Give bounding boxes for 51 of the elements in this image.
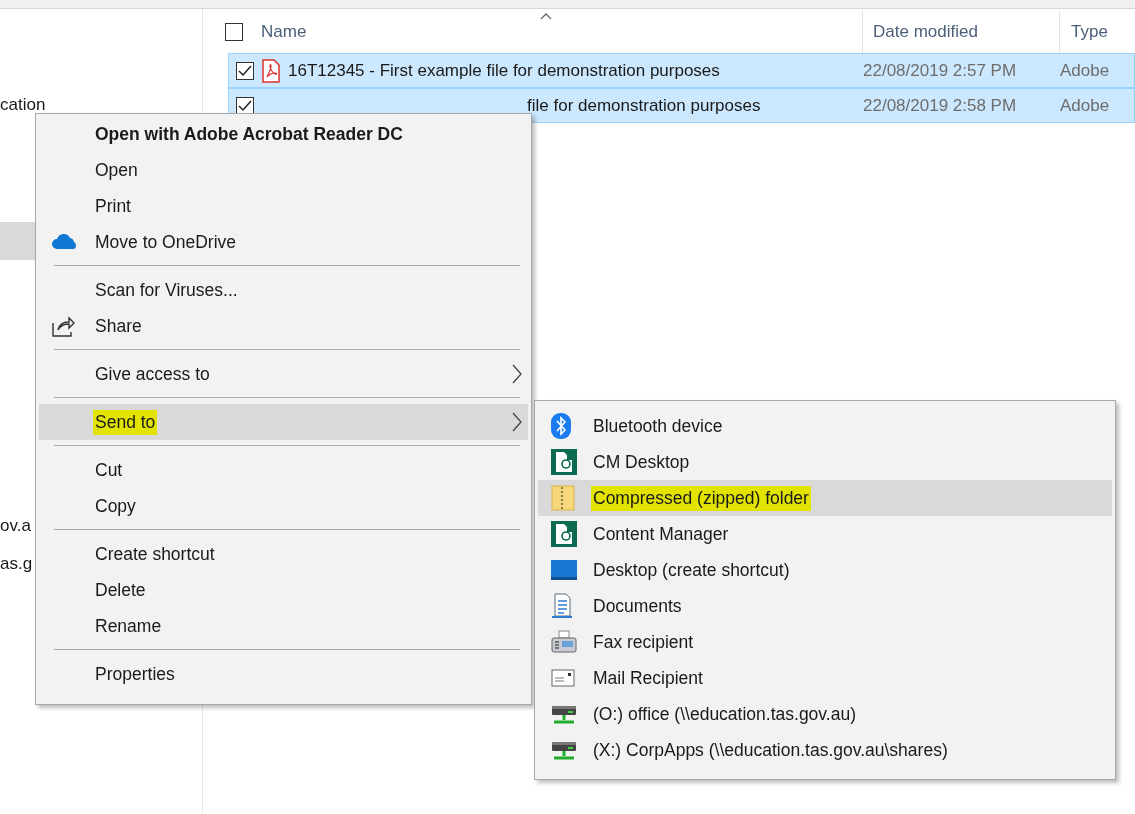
- fax-machine-icon: [551, 630, 577, 654]
- pdf-file-icon: [261, 58, 281, 83]
- menu-item[interactable]: Create shortcut: [39, 536, 528, 572]
- menu-item[interactable]: Share: [39, 308, 528, 344]
- nav-item-text[interactable]: as.g: [0, 554, 33, 574]
- nav-item-text[interactable]: cation: [0, 95, 46, 115]
- desktop-icon: [551, 559, 577, 581]
- network-drive-icon: [551, 703, 577, 725]
- menu-item[interactable]: Send to: [39, 404, 528, 440]
- menu-item[interactable]: Rename: [39, 608, 528, 644]
- date-modified: 22/08/2019 2:58 PM: [863, 95, 1018, 116]
- bluetooth-icon: [551, 413, 571, 439]
- menu-item[interactable]: Move to OneDrive: [39, 224, 528, 260]
- row-checkbox[interactable]: [236, 96, 254, 115]
- file-name: file for demonstration purposes: [527, 95, 761, 116]
- file-row[interactable]: 16T12345 - First example file for demonstration purposes 22/08/2019 2:57 PM Adobe: [228, 53, 1135, 88]
- menu-item[interactable]: (X:) CorpApps (\\education.tas.gov.au\shares): [538, 732, 1112, 768]
- cloud-icon: [51, 234, 79, 250]
- menu-item[interactable]: CM Desktop: [538, 444, 1112, 480]
- menu-item[interactable]: Print: [39, 188, 528, 224]
- menu-item[interactable]: Fax recipient: [538, 624, 1112, 660]
- document-icon: [551, 593, 573, 619]
- menu-item[interactable]: (O:) office (\\education.tas.gov.au): [538, 696, 1112, 732]
- file-type: Adobe: [1060, 60, 1110, 81]
- zip-folder-icon: [551, 485, 575, 511]
- document-figure-icon: [551, 521, 577, 547]
- menu-item[interactable]: Copy: [39, 488, 528, 524]
- envelope-icon: [551, 669, 575, 687]
- menu-item[interactable]: Desktop (create shortcut): [538, 552, 1112, 588]
- select-all-checkbox[interactable]: [225, 23, 243, 41]
- menu-item[interactable]: Delete: [39, 572, 528, 608]
- menu-item[interactable]: Documents: [538, 588, 1112, 624]
- menu-item[interactable]: Content Manager: [538, 516, 1112, 552]
- menu-item[interactable]: Cut: [39, 452, 528, 488]
- share-icon: [51, 315, 75, 337]
- document-figure-icon: [551, 449, 577, 475]
- menu-item[interactable]: Properties: [39, 656, 528, 692]
- menu-item[interactable]: Compressed (zipped) folder: [538, 480, 1112, 516]
- network-drive-icon: [551, 739, 577, 761]
- file-type: Adobe: [1060, 95, 1110, 116]
- menu-item[interactable]: Mail Recipient: [538, 660, 1112, 696]
- menu-item[interactable]: Give access to: [39, 356, 528, 392]
- menu-item[interactable]: Bluetooth device: [538, 408, 1112, 444]
- menu-item[interactable]: Open: [39, 152, 528, 188]
- row-checkbox[interactable]: [236, 61, 254, 80]
- date-modified: 22/08/2019 2:57 PM: [863, 60, 1018, 81]
- menu-item[interactable]: Scan for Viruses...: [39, 272, 528, 308]
- file-name: 16T12345 - First example file for demonstration purposes: [288, 60, 720, 81]
- file-row[interactable]: file for demonstration purposes 22/08/2019 2:58 PM Adobe: [228, 88, 1135, 123]
- nav-item-text[interactable]: ov.a: [0, 516, 31, 536]
- column-header[interactable]: Type: [1060, 11, 1118, 53]
